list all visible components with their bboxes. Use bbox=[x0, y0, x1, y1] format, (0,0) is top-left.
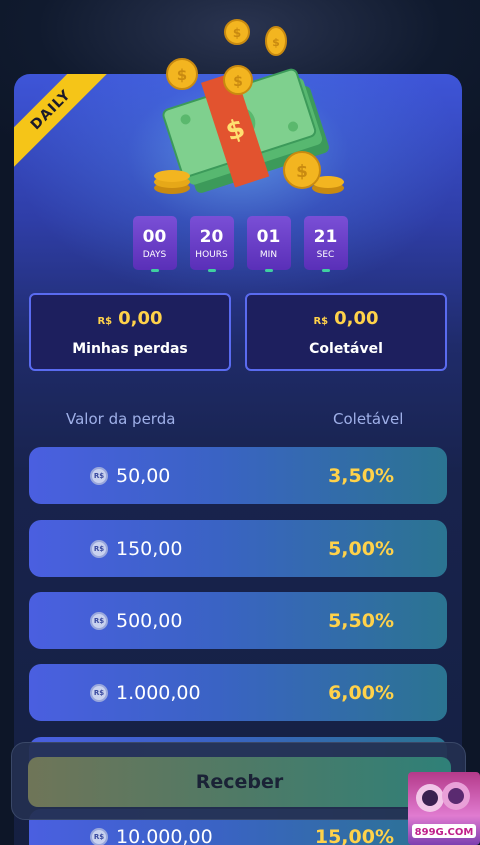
countdown-value: 01 bbox=[256, 226, 281, 247]
coin-icon: $ bbox=[283, 151, 321, 189]
table-row: R$ 50,00 3,50% bbox=[29, 447, 447, 504]
countdown-timer: 00 DAYS 20 HOURS 01 MIN 21 SEC bbox=[0, 216, 480, 272]
my-losses-box: R$ 0,00 Minhas perdas bbox=[29, 293, 231, 371]
table-row: R$ 1.000,00 6,00% bbox=[29, 664, 447, 721]
brand-logo-icon: 899G.COM bbox=[412, 782, 476, 838]
countdown-value: 21 bbox=[313, 226, 338, 247]
countdown-unit: MIN bbox=[259, 249, 278, 260]
brand-logo[interactable]: 899G.COM bbox=[408, 772, 480, 845]
rate-value: 3,50% bbox=[328, 464, 394, 487]
bottom-action-bar: Receber bbox=[11, 742, 466, 820]
countdown-value: 20 bbox=[199, 226, 224, 247]
my-losses-amount: R$ 0,00 bbox=[97, 308, 162, 329]
currency-coin-icon: R$ bbox=[90, 611, 108, 630]
table-row: R$ 500,00 5,50% bbox=[29, 592, 447, 649]
column-header-loss: Valor da perda bbox=[66, 410, 176, 428]
money-stack-illustration: $ $ $ $ $ $ bbox=[154, 19, 344, 194]
currency-label: R$ bbox=[97, 315, 113, 327]
collectable-box: R$ 0,00 Coletável bbox=[245, 293, 447, 371]
countdown-days: 00 DAYS bbox=[132, 216, 177, 272]
rate-value: 5,00% bbox=[328, 537, 394, 560]
losses-value: 0,00 bbox=[118, 307, 163, 329]
receive-button[interactable]: Receber bbox=[28, 757, 451, 807]
loss-value: 50,00 bbox=[116, 464, 171, 487]
table-row: R$ 150,00 5,00% bbox=[29, 520, 447, 577]
rate-value: 6,00% bbox=[328, 681, 394, 704]
countdown-unit: HOURS bbox=[195, 249, 228, 260]
loss-cell: R$ 1.000,00 bbox=[90, 664, 201, 721]
coin-icon: $ bbox=[166, 58, 198, 90]
currency-coin-icon: R$ bbox=[90, 539, 108, 558]
countdown-hours: 20 HOURS bbox=[189, 216, 234, 272]
collectable-value: 0,00 bbox=[334, 307, 379, 329]
coin-icon: $ bbox=[224, 19, 250, 45]
currency-coin-icon: R$ bbox=[90, 828, 108, 845]
countdown-value: 00 bbox=[142, 226, 167, 247]
countdown-unit: SEC bbox=[316, 249, 335, 260]
currency-coin-icon: R$ bbox=[90, 683, 108, 702]
loss-value: 1.000,00 bbox=[116, 681, 201, 704]
svg-text:$: $ bbox=[233, 74, 243, 90]
coin-icon: $ bbox=[265, 26, 287, 56]
loss-value: 10.000,00 bbox=[116, 826, 213, 845]
svg-text:$: $ bbox=[272, 36, 280, 49]
loss-cell: R$ 500,00 bbox=[90, 592, 182, 649]
loss-cell: R$ 50,00 bbox=[90, 447, 170, 504]
my-losses-label: Minhas perdas bbox=[72, 340, 188, 357]
brand-logo-text: 899G.COM bbox=[415, 827, 474, 838]
countdown-seconds: 21 SEC bbox=[303, 216, 348, 272]
currency-label: R$ bbox=[313, 315, 329, 327]
loss-cell: R$ 150,00 bbox=[90, 520, 182, 577]
coin-icon: $ bbox=[223, 65, 253, 95]
currency-coin-icon: R$ bbox=[90, 466, 108, 485]
column-header-collectable: Coletável bbox=[333, 410, 404, 428]
collectable-label: Coletável bbox=[309, 340, 383, 357]
loss-value: 500,00 bbox=[116, 609, 183, 632]
svg-text:$: $ bbox=[296, 162, 308, 182]
countdown-unit: DAYS bbox=[142, 249, 167, 260]
svg-text:$: $ bbox=[233, 26, 241, 40]
coin-stack-icon bbox=[154, 170, 190, 194]
collectable-amount: R$ 0,00 bbox=[313, 308, 378, 329]
svg-text:$: $ bbox=[177, 66, 187, 84]
rate-value: 5,50% bbox=[328, 609, 394, 632]
countdown-minutes: 01 MIN bbox=[246, 216, 291, 272]
loss-value: 150,00 bbox=[116, 537, 183, 560]
